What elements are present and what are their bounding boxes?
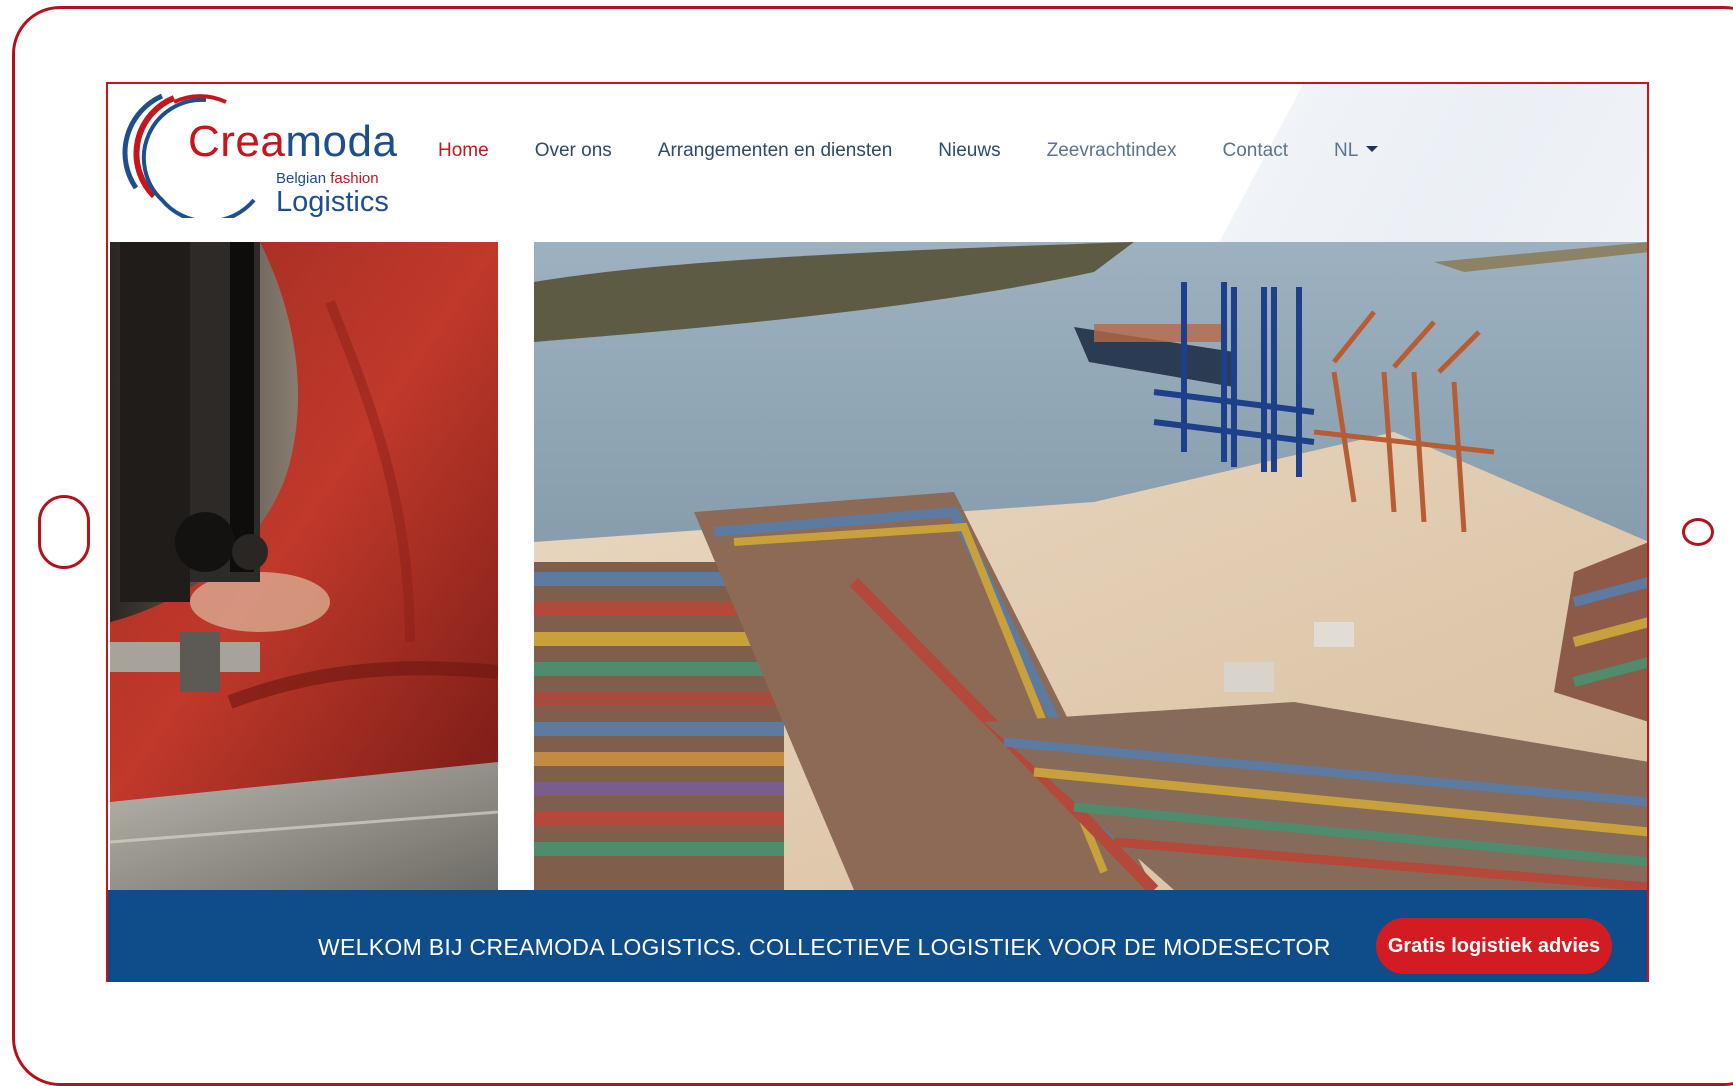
creamoda-logo[interactable]: Creamoda Belgian fashion Logistics xyxy=(114,88,397,218)
welcome-banner: WELKOM BIJ CREAMODA LOGISTICS. COLLECTIE… xyxy=(108,890,1647,982)
logo-tagline: Belgian fashion xyxy=(276,170,379,187)
free-advice-button[interactable]: Gratis logistiek advies xyxy=(1376,918,1612,974)
nav-item-home[interactable]: Home xyxy=(438,140,489,162)
header-diagonal-decoration xyxy=(928,84,1647,244)
welcome-text: WELKOM BIJ CREAMODA LOGISTICS. COLLECTIE… xyxy=(318,934,1331,960)
tablet-camera-icon xyxy=(1682,518,1714,546)
language-dropdown[interactable]: NL xyxy=(1333,140,1379,162)
chevron-down-icon xyxy=(1366,146,1379,152)
logo-logistics-text: Logistics xyxy=(276,186,389,218)
language-label: NL xyxy=(1333,140,1359,161)
website-screen: Creamoda Belgian fashion Logistics Home … xyxy=(106,82,1649,982)
main-navigation: Home Over ons Arrangementen en diensten … xyxy=(438,140,1379,162)
hero-photo-port xyxy=(534,242,1647,890)
tablet-home-button xyxy=(38,495,90,569)
logo-wordmark: Creamoda xyxy=(188,117,398,166)
nav-item-contact[interactable]: Contact xyxy=(1223,140,1288,162)
nav-item-arrangementen[interactable]: Arrangementen en diensten xyxy=(658,140,893,162)
nav-item-nieuws[interactable]: Nieuws xyxy=(938,140,1000,162)
nav-item-over-ons[interactable]: Over ons xyxy=(535,140,612,162)
nav-item-zeevrachtindex[interactable]: Zeevrachtindex xyxy=(1047,140,1177,162)
hero-photo-sewing xyxy=(110,242,498,890)
